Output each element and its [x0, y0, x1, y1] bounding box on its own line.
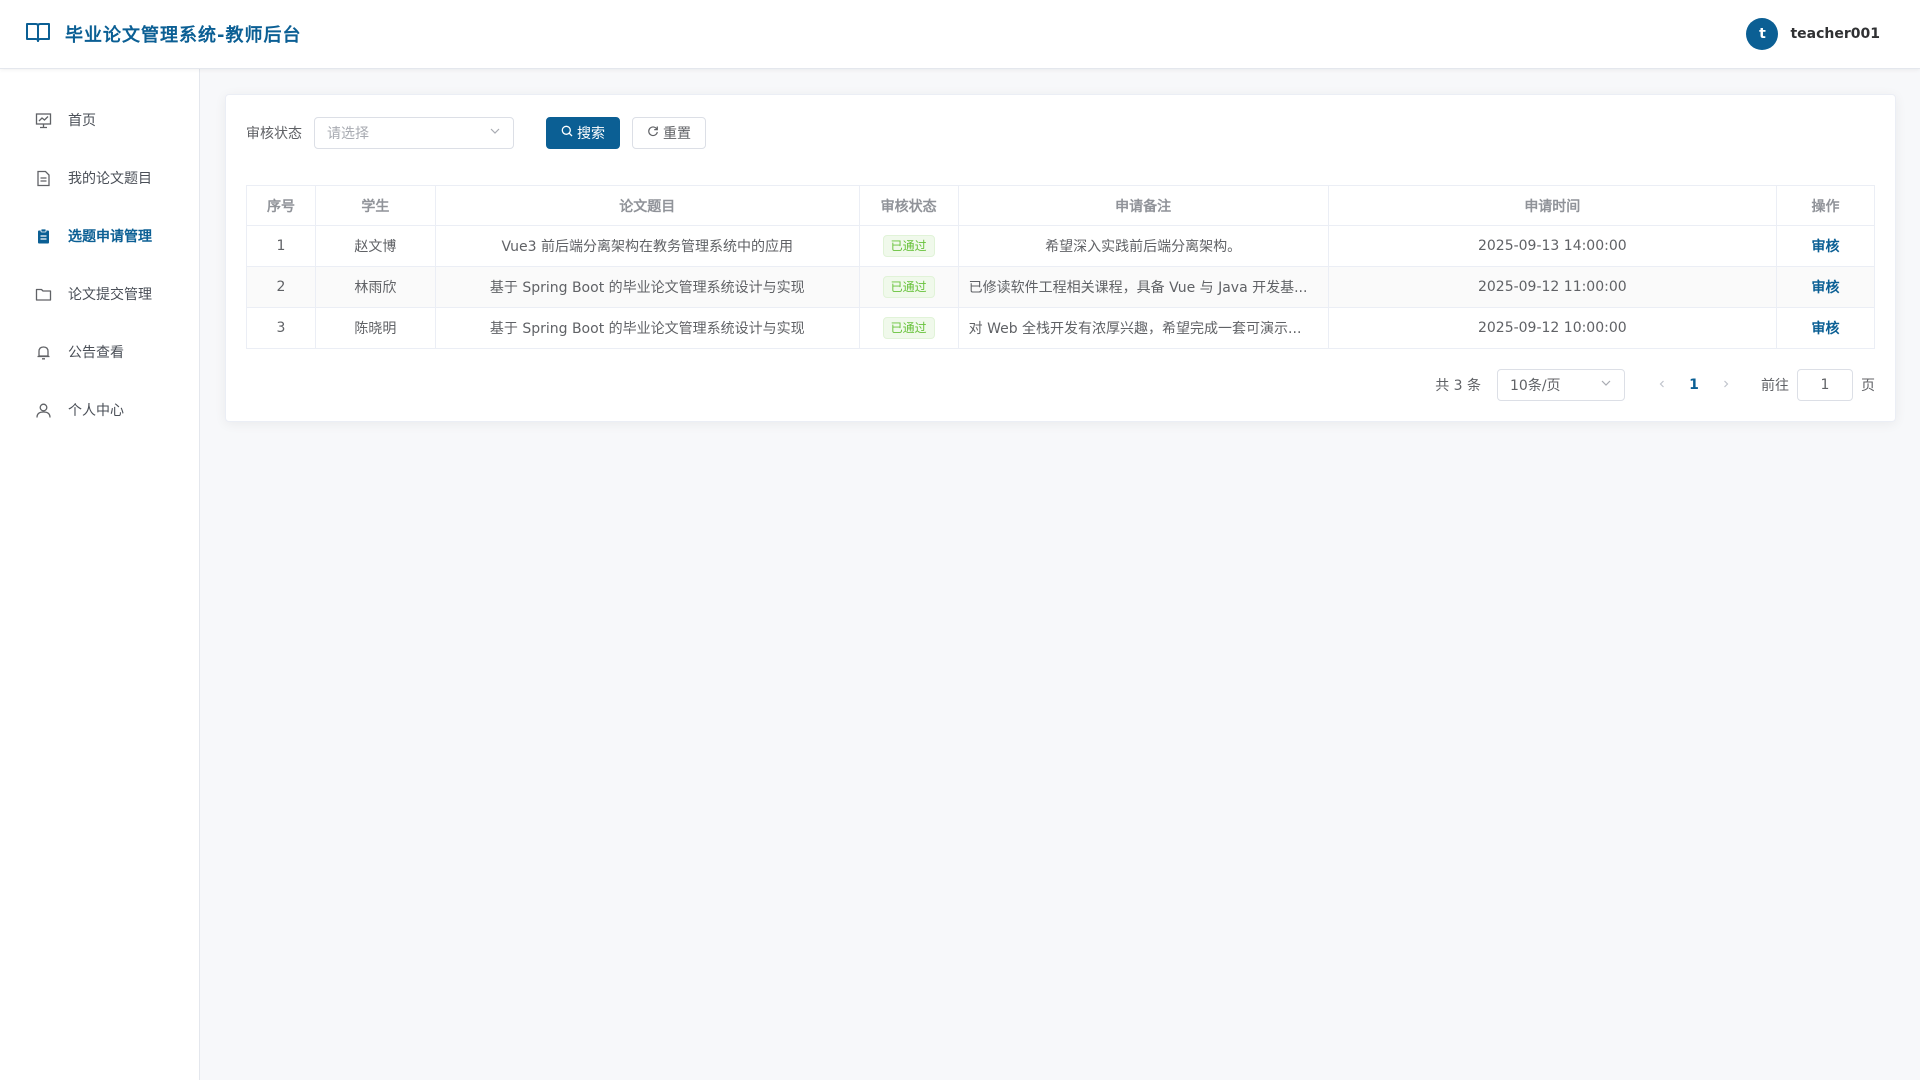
- column-header-action: 操作: [1776, 185, 1875, 226]
- cell-student: 陈晓明: [314, 307, 436, 349]
- sidebar-item-profile[interactable]: 个人中心: [0, 381, 199, 439]
- sidebar-item-announcements[interactable]: 公告查看: [0, 323, 199, 381]
- username[interactable]: teacher001: [1790, 26, 1880, 42]
- brand: 毕业论文管理系统-教师后台: [25, 21, 301, 47]
- sidebar-item-home[interactable]: 首页: [0, 91, 199, 149]
- cell-status: 已通过: [858, 266, 959, 308]
- folder-icon: [34, 285, 52, 303]
- document-icon: [34, 169, 52, 187]
- cell-title: 基于 Spring Boot 的毕业论文管理系统设计与实现: [434, 266, 860, 308]
- refresh-icon: [647, 125, 659, 141]
- cell-remark: 希望深入实践前后端分离架构。: [957, 225, 1329, 267]
- cell-remark: 对 Web 全栈开发有浓厚兴趣，希望完成一套可演示...: [957, 307, 1329, 349]
- book-icon: [25, 21, 51, 47]
- column-header-time: 申请时间: [1327, 185, 1778, 226]
- cell-action: 审核: [1776, 266, 1875, 308]
- chevron-right-icon: [1724, 380, 1729, 388]
- column-header-student: 学生: [314, 185, 436, 226]
- sidebar-item-label: 个人中心: [68, 403, 124, 419]
- status-select[interactable]: 请选择: [314, 116, 514, 149]
- chevron-down-icon: [1600, 377, 1612, 393]
- sidebar-item-label: 选题申请管理: [68, 229, 152, 245]
- column-header-status: 审核状态: [858, 185, 959, 226]
- cell-time: 2025-09-13 14:00:00: [1327, 225, 1778, 267]
- chevron-down-icon: [489, 125, 501, 141]
- sidebar-item-thesis-submissions[interactable]: 论文提交管理: [0, 265, 199, 323]
- cell-action: 审核: [1776, 225, 1875, 267]
- cell-title: 基于 Spring Boot 的毕业论文管理系统设计与实现: [434, 307, 860, 349]
- cell-student: 林雨欣: [314, 266, 436, 308]
- avatar[interactable]: t: [1746, 18, 1779, 50]
- cell-remark: 已修读软件工程相关课程，具备 Vue 与 Java 开发基...: [957, 266, 1329, 308]
- status-badge: 已通过: [882, 276, 935, 298]
- prev-page-button[interactable]: [1647, 377, 1677, 393]
- user-menu[interactable]: t teacher001: [1746, 18, 1880, 50]
- top-header: 毕业论文管理系统-教师后台 t teacher001: [0, 0, 1920, 69]
- table-row: 3 陈晓明 基于 Spring Boot 的毕业论文管理系统设计与实现 已通过 …: [246, 307, 1875, 349]
- sidebar-item-topic-applications[interactable]: 选题申请管理: [0, 207, 199, 265]
- cell-index: 3: [246, 307, 316, 349]
- status-badge: 已通过: [882, 235, 935, 257]
- pagination: 共 3 条 10条/页 1 前往 页: [1435, 369, 1875, 401]
- cell-time: 2025-09-12 11:00:00: [1327, 266, 1778, 308]
- reset-button[interactable]: 重置: [632, 116, 706, 149]
- status-badge: 已通过: [882, 317, 935, 339]
- table-row: 2 林雨欣 基于 Spring Boot 的毕业论文管理系统设计与实现 已通过 …: [246, 266, 1875, 308]
- cell-title: Vue3 前后端分离架构在教务管理系统中的应用: [434, 225, 860, 267]
- sidebar-item-label: 我的论文题目: [68, 171, 152, 187]
- search-button-label: 搜索: [577, 125, 605, 142]
- applications-table: 序号 学生 论文题目 审核状态 申请备注 申请时间 操作 1 赵文博 Vue3 …: [246, 185, 1875, 349]
- page-suffix: 页: [1861, 378, 1875, 394]
- page-size-value: 10条/页: [1510, 378, 1561, 394]
- cell-status: 已通过: [858, 307, 959, 349]
- filter-bar: 审核状态 请选择 搜索 重置: [246, 116, 706, 149]
- user-icon: [34, 401, 52, 419]
- next-page-button[interactable]: [1711, 377, 1741, 393]
- status-filter-label: 审核状态: [246, 125, 302, 142]
- reset-button-label: 重置: [663, 125, 691, 142]
- page-size-select[interactable]: 10条/页: [1497, 369, 1625, 401]
- table-header-row: 序号 学生 论文题目 审核状态 申请备注 申请时间 操作: [246, 185, 1875, 226]
- sidebar-item-label: 论文提交管理: [68, 287, 152, 303]
- search-icon: [561, 125, 573, 141]
- cell-time: 2025-09-12 10:00:00: [1327, 307, 1778, 349]
- app-title: 毕业论文管理系统-教师后台: [65, 25, 302, 46]
- table-row: 1 赵文博 Vue3 前后端分离架构在教务管理系统中的应用 已通过 希望深入实践…: [246, 225, 1875, 267]
- review-link[interactable]: 审核: [1812, 321, 1840, 337]
- search-button[interactable]: 搜索: [546, 116, 620, 149]
- column-header-title: 论文题目: [434, 185, 860, 226]
- content-card: 审核状态 请选择 搜索 重置 序号 学生 论文题目 审核状态 申请备注 申请时间…: [225, 94, 1896, 422]
- review-link[interactable]: 审核: [1812, 239, 1840, 255]
- column-header-remark: 申请备注: [957, 185, 1329, 226]
- chevron-left-icon: [1659, 380, 1664, 388]
- review-link[interactable]: 审核: [1812, 280, 1840, 296]
- cell-status: 已通过: [858, 225, 959, 267]
- select-placeholder: 请选择: [327, 125, 369, 142]
- cell-index: 1: [246, 225, 316, 267]
- dashboard-icon: [34, 111, 52, 129]
- column-header-index: 序号: [246, 185, 316, 226]
- cell-action: 审核: [1776, 307, 1875, 349]
- sidebar-item-label: 首页: [68, 113, 96, 129]
- goto-page-input[interactable]: [1797, 369, 1853, 401]
- cell-index: 2: [246, 266, 316, 308]
- sidebar-item-label: 公告查看: [68, 345, 124, 361]
- cell-student: 赵文博: [314, 225, 436, 267]
- sidebar-item-my-topics[interactable]: 我的论文题目: [0, 149, 199, 207]
- pagination-total: 共 3 条: [1435, 378, 1481, 394]
- goto-label: 前往: [1761, 378, 1789, 394]
- clipboard-icon: [34, 227, 52, 245]
- bell-icon: [34, 343, 52, 361]
- sidebar: 首页 我的论文题目 选题申请管理 论文提交管理 公告查看 个人中心: [0, 69, 200, 1080]
- page-number-current[interactable]: 1: [1677, 377, 1711, 393]
